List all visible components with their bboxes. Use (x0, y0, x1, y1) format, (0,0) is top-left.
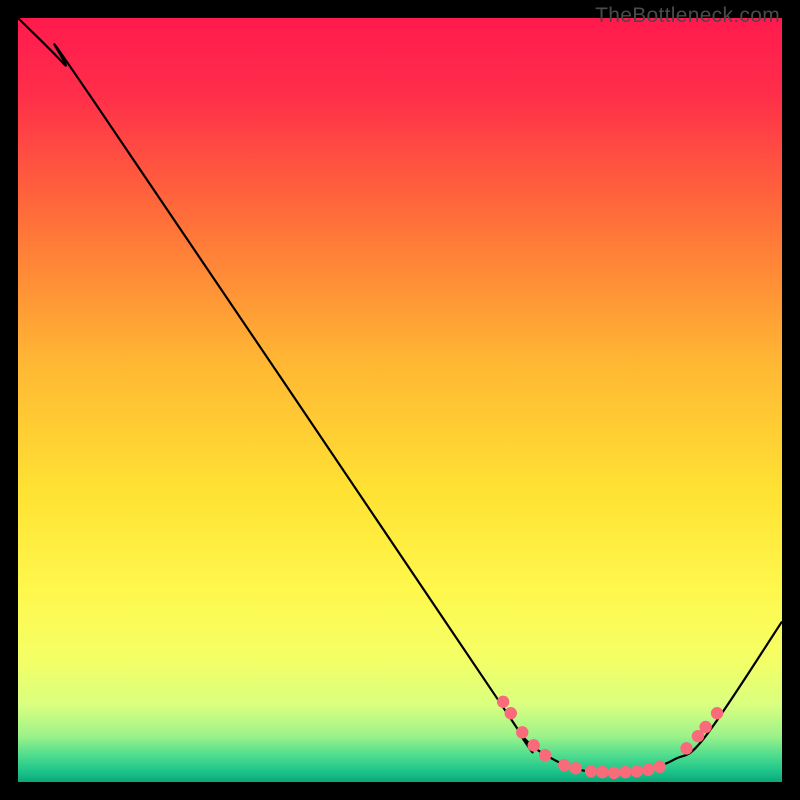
chart-plot-area (18, 18, 782, 782)
data-dot (608, 767, 620, 779)
bottleneck-chart (18, 18, 782, 782)
gradient-background (18, 18, 782, 782)
data-dot (619, 766, 631, 778)
data-dot (642, 764, 654, 776)
data-dot (631, 765, 643, 777)
data-dot (516, 726, 528, 738)
data-dot (699, 721, 711, 733)
data-dot (654, 761, 666, 773)
data-dot (497, 696, 509, 708)
chart-frame: TheBottleneck.com (0, 0, 800, 800)
data-dot (539, 749, 551, 761)
data-dot (585, 765, 597, 777)
data-dot (596, 766, 608, 778)
data-dot (528, 739, 540, 751)
data-dot (558, 759, 570, 771)
data-dot (505, 707, 517, 719)
watermark-text: TheBottleneck.com (595, 4, 780, 28)
data-dot (680, 742, 692, 754)
data-dot (570, 762, 582, 774)
data-dot (711, 707, 723, 719)
